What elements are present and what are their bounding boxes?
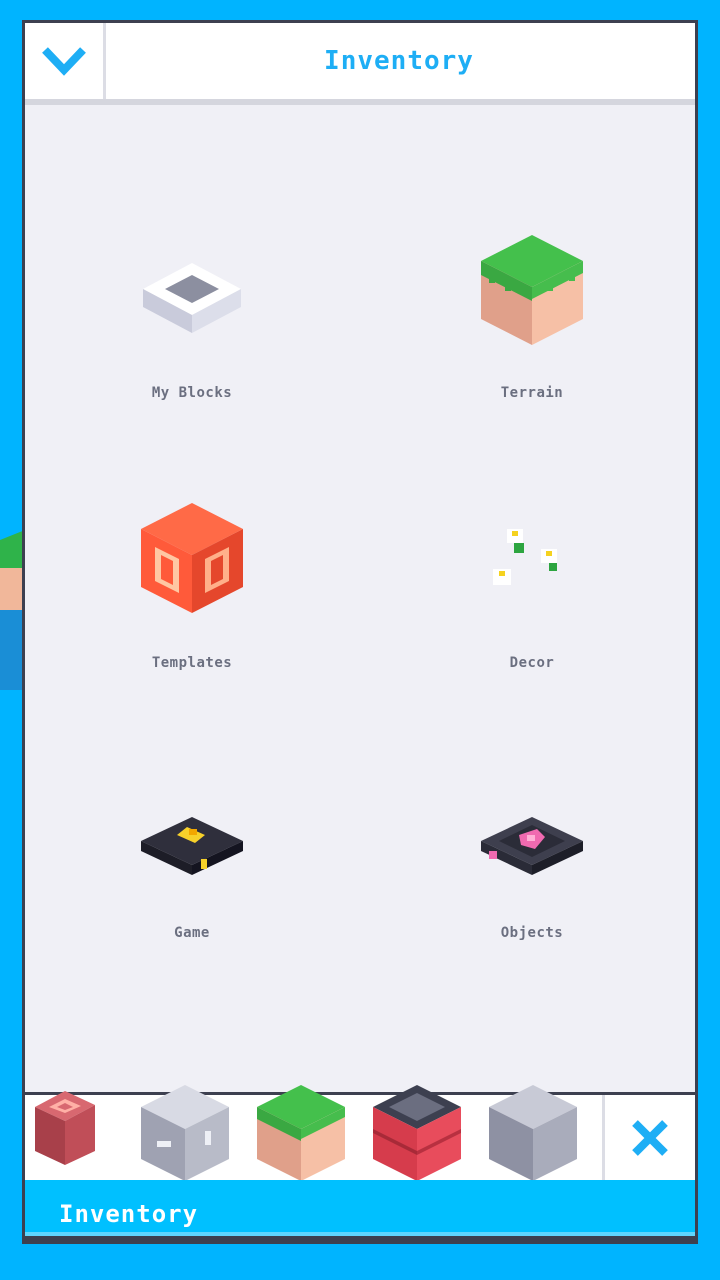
collapse-button[interactable]	[25, 23, 106, 99]
category-label: Objects	[500, 925, 564, 941]
terrain-icon	[481, 235, 583, 345]
hotbar-slot[interactable]	[135, 1079, 235, 1183]
hotbar-slot[interactable]	[251, 1079, 351, 1183]
close-button[interactable]	[602, 1095, 695, 1181]
game-icon	[141, 817, 243, 875]
hotbar-slot[interactable]	[367, 1079, 467, 1183]
gray-cabinet-block-icon	[141, 1085, 229, 1181]
category-label: Terrain	[500, 385, 564, 401]
category-terrain[interactable]: Terrain	[432, 215, 632, 401]
page-title: Inventory	[324, 46, 474, 76]
header-shadow	[25, 99, 695, 105]
category-templates[interactable]: Templates	[92, 485, 292, 671]
templates-icon	[141, 503, 243, 613]
category-label: Decor	[509, 655, 555, 671]
close-icon	[632, 1120, 668, 1156]
category-game[interactable]: Game	[92, 755, 292, 941]
category-my-blocks[interactable]: My Blocks	[92, 215, 292, 401]
brick-block-icon	[373, 1085, 461, 1181]
decor-icon	[493, 529, 557, 585]
hotbar-slot[interactable]	[27, 1079, 127, 1183]
my-blocks-icon	[143, 263, 241, 333]
bottom-tab-bar: Inventory	[22, 1180, 698, 1244]
hotbar	[22, 1085, 698, 1182]
header: Inventory	[25, 23, 695, 102]
category-objects[interactable]: Objects	[432, 755, 632, 941]
grass-block-icon	[257, 1085, 345, 1181]
category-label: Templates	[151, 655, 233, 671]
category-label: Game	[174, 925, 210, 941]
gray-block-icon	[489, 1085, 577, 1181]
tab-inventory[interactable]: Inventory	[59, 1180, 198, 1244]
category-label: My Blocks	[151, 385, 233, 401]
objects-icon	[481, 817, 583, 875]
hotbar-slot[interactable]	[483, 1079, 583, 1183]
chevron-down-icon	[42, 47, 86, 76]
inventory-panel: Inventory My Blocks Terrain Templates De…	[22, 20, 698, 1098]
category-decor[interactable]: Decor	[432, 485, 632, 671]
red-block-icon	[35, 1091, 95, 1165]
